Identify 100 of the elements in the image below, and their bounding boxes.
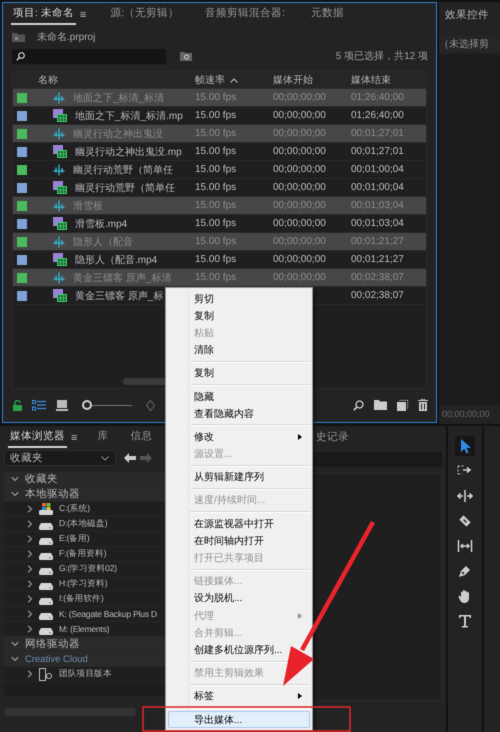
color-label[interactable] <box>17 128 27 138</box>
menu-item[interactable]: 导出媒体... <box>168 710 310 728</box>
search-field[interactable] <box>12 48 166 64</box>
frame-rate-cell-text: 15.00 fps <box>194 254 238 265</box>
ripple-edit-tool-icon[interactable] <box>457 488 473 504</box>
slip-tool-icon[interactable] <box>457 538 473 554</box>
color-label[interactable] <box>17 146 27 156</box>
panel-title[interactable]: 效果控件 <box>439 2 500 24</box>
clip-row[interactable]: 地面之下_标清_标清.mp 15.00 fps 00;00;00;00 01;26;40;00 <box>13 107 426 125</box>
trash-icon[interactable] <box>418 399 428 411</box>
column-header[interactable]: 媒体开始 <box>269 73 347 87</box>
clip-name: 隐形人（配音.mp4 <box>75 254 158 266</box>
zoom-slider[interactable] <box>82 400 132 410</box>
menu-item[interactable]: 清除 <box>168 342 310 359</box>
lock-icon[interactable] <box>13 400 22 410</box>
list-view-icon[interactable] <box>32 400 46 410</box>
pen-tool-icon[interactable] <box>457 563 473 579</box>
color-label[interactable] <box>17 254 27 264</box>
clip-row[interactable]: 滑雪板.mp4 15.00 fps 00;00;00;00 00;01;03;04 <box>13 215 426 233</box>
color-label[interactable] <box>17 182 27 192</box>
menu-item[interactable]: 标签 <box>168 688 310 705</box>
clip-row[interactable]: 隐形人（配音.mp4 15.00 fps 00;00;00;00 00;01;21;27 <box>13 251 426 269</box>
media-start-cell-text: 00;00;00;00 <box>272 128 327 139</box>
chevron-icon[interactable] <box>26 595 34 603</box>
type-tool-icon[interactable] <box>457 613 473 629</box>
media-start-cell-text: 00;00;00;00 <box>272 236 327 247</box>
menu-item[interactable]: 复制 <box>168 364 310 382</box>
media-start-cell-text: 00;00;00;00 <box>272 272 327 283</box>
video-clip-icon <box>53 181 67 194</box>
tree-label: Creative Cloud <box>25 654 88 664</box>
media-end-cell-text: 00;01;03;04 <box>350 218 405 229</box>
media-end-cell-text: 00;02;38;07 <box>350 290 405 301</box>
chevron-icon[interactable] <box>26 625 34 633</box>
system-drive-icon <box>39 503 53 515</box>
search-icon[interactable] <box>353 400 364 410</box>
column-header[interactable]: 名称 <box>33 73 191 87</box>
chevron-icon[interactable] <box>26 580 34 588</box>
panel-menu-button[interactable]: ≡ <box>80 9 86 25</box>
chevron-icon[interactable] <box>11 655 19 663</box>
clip-name: 地面之下_标清_标清.mp <box>75 110 183 122</box>
chevron-icon[interactable] <box>26 550 34 558</box>
menu-item[interactable]: 隐藏 <box>168 388 310 406</box>
panel-field[interactable] <box>312 452 442 467</box>
panel-tab[interactable]: 媒体浏览器 <box>8 425 67 448</box>
icon-view-icon[interactable] <box>56 400 68 410</box>
chevron-icon[interactable] <box>26 520 34 528</box>
chevron-icon[interactable] <box>26 565 34 573</box>
chevron-icon[interactable] <box>11 640 19 648</box>
audio-clip-icon <box>53 92 65 104</box>
new-bin-icon[interactable] <box>180 51 192 61</box>
color-label[interactable] <box>17 200 27 210</box>
media-end-cell-text: 00;01;21;27 <box>350 236 405 247</box>
menu-item[interactable]: 查看隐藏内容 <box>168 405 310 422</box>
menu-item[interactable]: 剪切 <box>168 290 310 308</box>
back-arrow-icon[interactable] <box>124 453 136 463</box>
media-start-cell-text: 00;00;00;00 <box>272 92 327 103</box>
panel-menu-button[interactable]: ≡ <box>71 432 78 448</box>
menu-item[interactable]: 复制 <box>168 307 310 324</box>
tree-label: G:(学习资料02) <box>59 563 117 575</box>
column-header[interactable]: 帧速率 <box>191 73 269 87</box>
panel-tab[interactable]: 库 <box>95 425 110 448</box>
tree-label: 团队项目版本 <box>59 668 112 680</box>
media-end-cell-text: 00;01;03;04 <box>350 200 405 211</box>
color-label[interactable] <box>17 164 27 174</box>
frame-rate-cell-text: 15.00 fps <box>194 164 238 175</box>
chevron-icon[interactable] <box>11 490 19 498</box>
panel-tab[interactable]: 项目: 未命名 <box>11 2 76 25</box>
clip-row[interactable]: 幽灵行动之神出鬼没.mp 15.00 fps 00;00;00;00 00;01;27;01 <box>13 143 426 161</box>
audio-clip-icon <box>53 272 65 284</box>
color-label[interactable] <box>17 218 27 228</box>
audio-clip-icon <box>53 200 65 212</box>
menu-item[interactable]: 修改 <box>168 428 310 446</box>
audio-clip-icon <box>53 164 65 176</box>
color-label[interactable] <box>17 290 27 300</box>
location-dropdown[interactable]: 收藏夹 <box>4 450 116 466</box>
color-label[interactable] <box>17 236 27 246</box>
clip-row[interactable]: 幽灵行动荒野（简单任 15.00 fps 00;00;00;00 00;01;00;04 <box>13 179 426 197</box>
media-end-cell-text: 00;01;27;01 <box>350 128 405 139</box>
panel-tab[interactable]: 源:（无剪辑） <box>108 2 182 25</box>
chevron-icon[interactable] <box>26 535 34 543</box>
panel-tab[interactable]: 元数据 <box>309 2 346 25</box>
clip-name: 滑雪板 <box>73 200 103 212</box>
media-start-cell-text: 00;00;00;00 <box>272 254 327 265</box>
chevron-icon[interactable] <box>11 475 19 483</box>
color-label[interactable] <box>17 92 27 102</box>
panel-tab[interactable]: 信息 <box>128 425 154 448</box>
panel-tab[interactable]: 史记录 <box>312 426 446 448</box>
diamond-icon[interactable] <box>146 400 155 410</box>
column-header[interactable]: 媒体结束 <box>347 73 425 87</box>
chevron-icon[interactable] <box>26 505 34 513</box>
tree-label: M: (Elements) <box>59 624 110 634</box>
new-item-icon[interactable] <box>397 400 408 410</box>
color-label[interactable] <box>17 272 27 282</box>
panel-tab[interactable]: 音频剪辑混合器: <box>203 2 288 25</box>
audio-clip-icon <box>53 236 65 248</box>
folder-icon[interactable] <box>374 400 387 410</box>
chevron-icon[interactable] <box>26 610 34 618</box>
chevron-icon[interactable] <box>26 670 34 678</box>
color-label[interactable] <box>17 110 27 120</box>
video-clip-icon <box>53 109 67 122</box>
